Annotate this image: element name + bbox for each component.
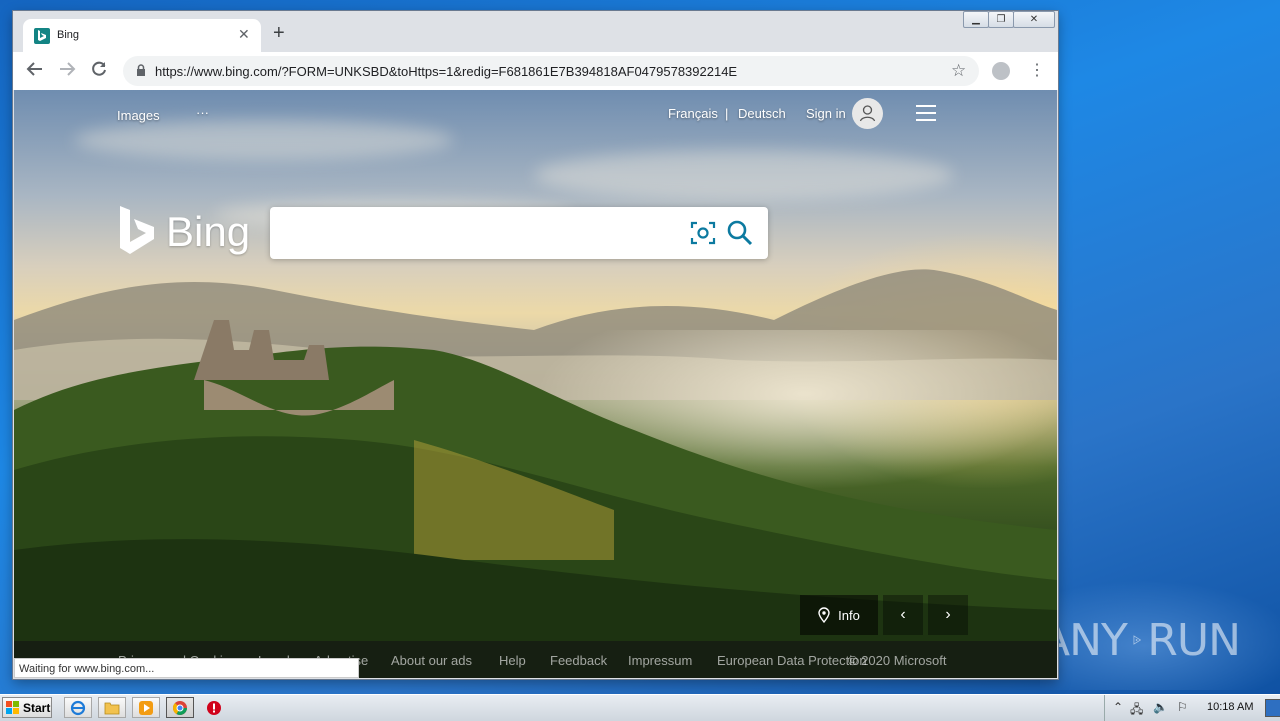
visual-search-icon[interactable] [690, 220, 716, 246]
address-bar[interactable]: https://www.bing.com/?FORM=UNKSBD&toHttp… [123, 56, 979, 86]
previous-image-button[interactable]: ‹ [883, 595, 923, 635]
footer-copyright: © 2020 Microsoft [848, 653, 947, 668]
media-player-icon [139, 700, 153, 715]
lang-deutsch-link[interactable]: Deutsch [738, 106, 786, 121]
lock-icon [137, 64, 145, 76]
tray-expand-icon[interactable]: ⌃ [1113, 700, 1123, 714]
system-tray: ⌃ 🖧 🔈 ⚐ 10:18 AM [1104, 695, 1280, 721]
profile-icon[interactable] [992, 62, 1010, 80]
lang-francais-link[interactable]: Français [668, 106, 718, 121]
minimize-button[interactable]: ▁ [963, 11, 989, 28]
close-window-button[interactable]: ✕ [1013, 11, 1055, 28]
chevron-left-icon: ‹ [900, 606, 906, 623]
nav-more-button[interactable]: ··· [196, 105, 209, 120]
tab-bing[interactable]: Bing ✕ [23, 19, 261, 52]
bing-b-icon [120, 206, 154, 254]
background-cloud [534, 150, 954, 200]
taskbar-chrome-button[interactable] [166, 697, 194, 718]
taskbar-ie-button[interactable] [64, 697, 92, 718]
signin-link[interactable]: Sign in [806, 106, 846, 121]
footer-link-impressum[interactable]: Impressum [628, 653, 692, 668]
folder-icon [104, 702, 120, 714]
taskbar-clock[interactable]: 10:18 AM [1207, 701, 1253, 713]
bing-logo-text: Bing [166, 208, 251, 255]
forward-arrow-icon [60, 62, 76, 76]
anyrun-watermark: ANY RUN [1040, 610, 1241, 670]
footer-link-help[interactable]: Help [499, 653, 526, 668]
network-icon[interactable]: 🖧 [1130, 700, 1143, 721]
taskbar-media-player-button[interactable] [132, 697, 160, 718]
browser-toolbar: https://www.bing.com/?FORM=UNKSBD&toHttp… [13, 52, 1058, 90]
footer-link-feedback[interactable]: Feedback [550, 653, 607, 668]
user-avatar-icon[interactable] [852, 98, 883, 129]
loading-status-bar: Waiting for www.bing.com... [14, 658, 359, 678]
info-label: Info [838, 607, 860, 623]
watermark-right-text: RUN [1147, 614, 1241, 666]
start-button[interactable]: Start [2, 697, 52, 718]
title-bar: Bing ✕ + ▁ ❐ ✕ [13, 11, 1058, 52]
nav-images-link[interactable]: Images [117, 108, 160, 123]
chrome-menu-icon[interactable]: ⋮ [1029, 60, 1045, 80]
footer-link-data-protection[interactable]: European Data Protection [717, 653, 867, 668]
stop-sign-icon [207, 700, 221, 715]
hamburger-menu-icon[interactable] [916, 105, 936, 126]
background-cloud [74, 120, 454, 160]
browser-window: Bing ✕ + ▁ ❐ ✕ https://www.bing.com/?FOR… [13, 11, 1058, 679]
start-label: Start [23, 700, 51, 715]
image-info-bar: Info ‹ › [800, 595, 968, 635]
internet-explorer-icon [70, 700, 86, 715]
back-button[interactable] [26, 60, 44, 82]
chrome-icon [172, 700, 187, 715]
restore-button[interactable]: ❐ [988, 11, 1014, 28]
reload-button[interactable] [90, 60, 108, 82]
search-icon[interactable] [726, 219, 754, 247]
tab-close-icon[interactable]: ✕ [238, 26, 250, 43]
info-button[interactable]: Info [800, 595, 878, 635]
location-pin-icon [818, 607, 830, 623]
page-viewport: Images ··· Français | Deutsch Sign in Bi… [14, 90, 1057, 678]
watermark-play-icon [1133, 635, 1142, 645]
chevron-right-icon: › [945, 606, 951, 623]
forward-button[interactable] [58, 60, 76, 82]
bookmark-star-icon[interactable]: ☆ [951, 61, 966, 81]
url-text: https://www.bing.com/?FORM=UNKSBD&toHttp… [155, 64, 738, 79]
taskbar-explorer-button[interactable] [98, 697, 126, 718]
search-input[interactable] [284, 221, 668, 247]
volume-icon[interactable]: 🔈 [1153, 700, 1168, 714]
search-box [270, 207, 768, 259]
taskbar-stop-button[interactable] [200, 697, 228, 718]
bing-favicon-icon [34, 28, 50, 44]
next-image-button[interactable]: › [928, 595, 968, 635]
back-arrow-icon [26, 62, 42, 76]
taskbar: Start ⌃ 🖧 🔈 ⚐ 10:18 AM [0, 694, 1280, 721]
reload-icon [92, 61, 106, 76]
footer-link-about-ads[interactable]: About our ads [391, 653, 472, 668]
windows-flag-icon [6, 700, 19, 714]
bing-logo: Bing [118, 206, 250, 258]
tab-title: Bing [57, 29, 80, 41]
action-center-flag-icon[interactable]: ⚐ [1177, 700, 1188, 714]
lang-separator: | [725, 106, 729, 121]
show-desktop-button[interactable] [1265, 699, 1280, 717]
new-tab-button[interactable]: + [273, 23, 285, 43]
